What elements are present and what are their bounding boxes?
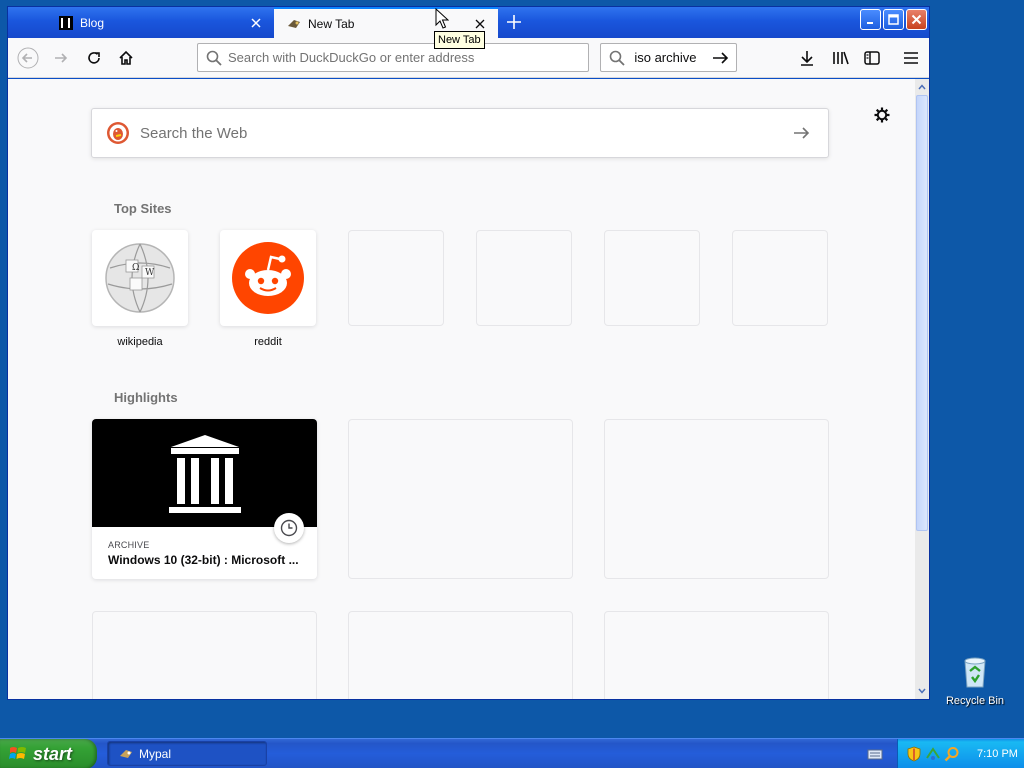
recycle-bin-icon xyxy=(964,657,986,688)
scroll-down-button[interactable] xyxy=(915,684,929,698)
settings-button[interactable] xyxy=(872,105,892,125)
top-site-reddit[interactable] xyxy=(220,230,316,326)
recycle-bin-label: Recycle Bin xyxy=(945,695,1005,707)
highlights-heading: Highlights xyxy=(114,390,178,405)
browser-window: Blog New Tab Search with DuckDuckGo or e… xyxy=(7,6,930,700)
close-tab-icon[interactable] xyxy=(248,15,264,31)
highlight-placeholder xyxy=(348,611,573,699)
download-icon xyxy=(801,51,813,66)
top-site-wikipedia[interactable]: Ω W xyxy=(92,230,188,326)
keyboard-icon[interactable] xyxy=(867,747,883,761)
highlight-card[interactable]: ARCHIVE Windows 10 (32-bit) : Microsoft … xyxy=(92,419,317,579)
system-tray: 7:10 PM xyxy=(897,739,1024,768)
top-site-label: wikipedia xyxy=(117,336,163,348)
top-site-placeholder xyxy=(348,230,444,326)
svg-text:Ω: Ω xyxy=(132,263,139,273)
duckduckgo-logo-icon xyxy=(107,122,129,144)
forward-button[interactable] xyxy=(49,46,73,70)
web-search-input[interactable] xyxy=(140,124,790,142)
window-controls xyxy=(860,9,927,30)
top-site-placeholder xyxy=(476,230,572,326)
library-button[interactable] xyxy=(829,46,853,70)
web-search-box[interactable] xyxy=(91,108,829,158)
recycle-bin[interactable]: Recycle Bin xyxy=(940,655,1010,707)
taskbar-clock: 7:10 PM xyxy=(977,748,1018,760)
home-button[interactable] xyxy=(114,46,138,70)
minimize-icon xyxy=(866,21,873,24)
mouse-cursor-icon xyxy=(435,8,449,29)
address-bar[interactable] xyxy=(197,43,589,72)
vertical-scrollbar[interactable] xyxy=(915,79,929,699)
minimize-button[interactable] xyxy=(860,9,881,30)
mypal-app-icon xyxy=(120,749,132,758)
home-icon xyxy=(119,50,133,65)
highlight-placeholder xyxy=(604,419,829,579)
arrow-right-icon xyxy=(794,127,810,139)
reload-icon xyxy=(88,52,100,64)
security-shield-icon[interactable] xyxy=(906,746,922,762)
web-search-go-button[interactable] xyxy=(790,121,814,145)
archive-building-icon xyxy=(168,435,241,513)
taskbar-item-label: Mypal xyxy=(139,746,172,761)
new-tab-button[interactable] xyxy=(504,12,524,32)
mypal-favicon-icon xyxy=(288,19,300,28)
tab-tooltip: New Tab xyxy=(434,31,485,49)
blog-favicon-icon xyxy=(59,15,73,30)
gear-icon xyxy=(874,107,890,123)
hamburger-menu-icon xyxy=(904,52,918,64)
chevron-down-icon xyxy=(918,688,926,694)
svg-text:W: W xyxy=(145,268,155,278)
top-site-label: reddit xyxy=(254,336,282,348)
sidebar-button[interactable] xyxy=(860,46,884,70)
tab-blog[interactable]: Blog xyxy=(46,7,274,38)
start-button[interactable]: start xyxy=(0,739,97,768)
top-site-placeholder xyxy=(732,230,828,326)
plus-icon xyxy=(507,15,521,29)
reload-button[interactable] xyxy=(82,46,106,70)
scroll-thumb[interactable] xyxy=(916,95,928,531)
maximize-button[interactable] xyxy=(883,9,904,30)
taskbar: start Mypal 7:10 PM xyxy=(0,738,1024,768)
highlight-card-image xyxy=(92,419,317,543)
back-arrow-icon xyxy=(17,47,39,69)
start-label: start xyxy=(33,743,73,764)
scroll-up-button[interactable] xyxy=(915,80,929,94)
search-icon xyxy=(206,50,222,66)
taskbar-item-mypal[interactable]: Mypal xyxy=(107,741,267,766)
menu-button[interactable] xyxy=(899,46,923,70)
tab-title: Blog xyxy=(80,15,105,30)
top-sites-heading: Top Sites xyxy=(114,201,172,216)
wikipedia-globe-icon: Ω W xyxy=(105,243,175,313)
highlight-placeholder xyxy=(92,611,317,699)
address-input[interactable] xyxy=(228,50,588,65)
history-clock-icon xyxy=(274,513,304,543)
close-tab-icon[interactable] xyxy=(472,16,488,32)
sidebar-icon xyxy=(864,51,880,65)
windows-logo-icon xyxy=(9,747,26,759)
new-tab-page: Top Sites Ω W wikipedia xyxy=(8,79,915,699)
back-button[interactable] xyxy=(16,46,40,70)
maximize-icon xyxy=(888,14,899,25)
forward-arrow-icon xyxy=(55,53,68,63)
highlight-title: Windows 10 (32-bit) : Microsoft ... xyxy=(108,553,299,567)
chevron-up-icon xyxy=(918,84,926,90)
search-bar[interactable] xyxy=(600,43,737,72)
highlight-placeholder xyxy=(348,419,573,579)
go-arrow-icon[interactable] xyxy=(712,50,730,66)
search-magnifier-icon[interactable] xyxy=(944,746,960,762)
reddit-alien-icon xyxy=(232,242,304,314)
network-icon[interactable] xyxy=(925,746,941,762)
downloads-button[interactable] xyxy=(795,46,819,70)
top-site-placeholder xyxy=(604,230,700,326)
highlight-placeholder xyxy=(604,611,829,699)
close-window-button[interactable] xyxy=(906,9,927,30)
search-icon xyxy=(609,50,625,66)
close-icon xyxy=(911,14,922,25)
library-icon xyxy=(833,51,849,65)
search-bar-input[interactable] xyxy=(631,50,712,65)
